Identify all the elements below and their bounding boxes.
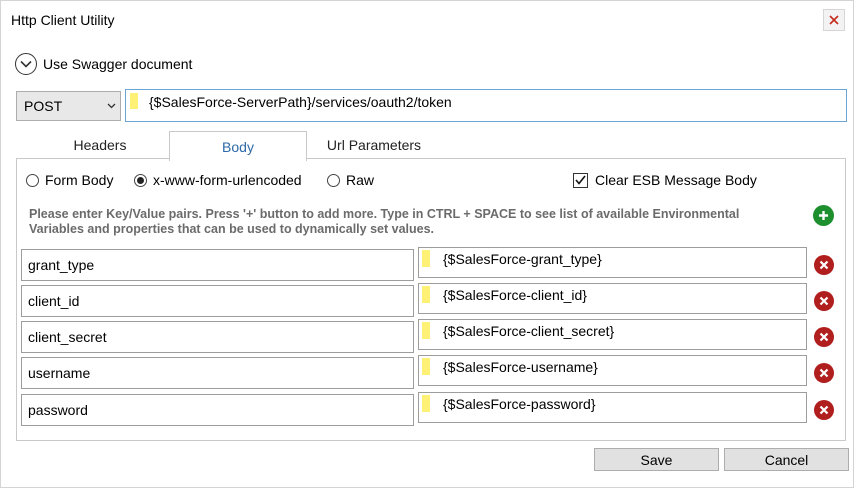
body-panel: Form Body x-www-form-urlencoded Raw Clea…: [16, 158, 846, 441]
variable-marker: [422, 322, 430, 339]
key-value-row: password {$SalesForce-password}: [21, 392, 841, 426]
tab-headers[interactable]: Headers: [30, 131, 170, 159]
dropdown-arrow-icon: [102, 103, 120, 109]
value-text: {$SalesForce-username}: [443, 359, 598, 375]
swagger-toggle[interactable]: Use Swagger document: [15, 53, 192, 75]
key-value-row: client_id {$SalesForce-client_id}: [21, 283, 841, 317]
tab-url-parameters[interactable]: Url Parameters: [308, 131, 440, 159]
chevron-down-icon: [15, 53, 37, 75]
value-input[interactable]: {$SalesForce-password}: [418, 392, 807, 423]
method-select[interactable]: POST: [16, 91, 121, 121]
x-icon: [819, 368, 829, 378]
radio-form-body[interactable]: Form Body: [26, 172, 113, 188]
tab-label: Headers: [73, 137, 127, 153]
key-input[interactable]: password: [21, 394, 414, 426]
delete-pair-button[interactable]: [814, 327, 834, 347]
add-pair-button[interactable]: [813, 205, 834, 226]
radio-label: Form Body: [45, 172, 114, 188]
close-icon: [829, 15, 839, 25]
close-button[interactable]: [823, 9, 845, 31]
radio-label: Raw: [346, 172, 375, 188]
variable-marker: [422, 250, 430, 267]
radio-label: x-www-form-urlencoded: [153, 172, 302, 188]
x-icon: [819, 405, 829, 415]
variable-marker: [422, 286, 430, 303]
value-text: {$SalesForce-client_id}: [443, 287, 587, 303]
dialog-window: Http Client Utility Use Swagger document…: [0, 0, 854, 488]
radio-circle: [26, 173, 39, 187]
key-value-row: client_secret {$SalesForce-client_secret…: [21, 319, 841, 353]
value-input[interactable]: {$SalesForce-client_id}: [418, 283, 807, 314]
key-value-row: username {$SalesForce-username}: [21, 355, 841, 389]
cancel-button[interactable]: Cancel: [724, 448, 849, 471]
clear-esb-checkbox[interactable]: Clear ESB Message Body: [573, 172, 757, 188]
checkmark-icon: [573, 172, 588, 188]
value-input[interactable]: {$SalesForce-client_secret}: [418, 319, 807, 350]
delete-pair-button[interactable]: [814, 255, 834, 275]
tab-label: Url Parameters: [326, 137, 422, 153]
delete-pair-button[interactable]: [814, 291, 834, 311]
swagger-label: Use Swagger document: [43, 56, 193, 72]
url-input[interactable]: {$SalesForce-ServerPath}/services/oauth2…: [125, 89, 847, 122]
checkbox-label: Clear ESB Message Body: [595, 172, 757, 188]
key-value-row: grant_type {$SalesForce-grant_type}: [21, 247, 841, 281]
key-input[interactable]: grant_type: [21, 249, 414, 281]
key-input[interactable]: username: [21, 357, 414, 389]
radio-raw[interactable]: Raw: [327, 172, 374, 188]
value-text: {$SalesForce-password}: [443, 396, 596, 412]
x-icon: [819, 296, 829, 306]
value-text: {$SalesForce-client_secret}: [443, 323, 615, 339]
tab-label: Body: [222, 138, 254, 155]
key-input[interactable]: client_secret: [21, 321, 414, 353]
value-input[interactable]: {$SalesForce-username}: [418, 355, 807, 386]
x-icon: [819, 260, 829, 270]
tab-body[interactable]: Body: [169, 131, 307, 161]
plus-icon: [819, 211, 828, 220]
variable-marker: [422, 395, 430, 412]
variable-marker: [130, 93, 138, 109]
radio-circle: [134, 173, 147, 187]
instruction-text: Please enter Key/Value pairs. Press '+' …: [29, 207, 740, 236]
radio-circle: [327, 173, 340, 187]
x-icon: [819, 332, 829, 342]
value-text: {$SalesForce-grant_type}: [443, 251, 602, 267]
window-title: Http Client Utility: [11, 12, 115, 28]
delete-pair-button[interactable]: [814, 400, 834, 420]
radio-x-www-form-urlencoded[interactable]: x-www-form-urlencoded: [134, 172, 302, 188]
save-button[interactable]: Save: [594, 448, 719, 471]
value-input[interactable]: {$SalesForce-grant_type}: [418, 247, 807, 278]
delete-pair-button[interactable]: [814, 363, 834, 383]
method-value: POST: [24, 98, 63, 114]
key-input[interactable]: client_id: [21, 285, 414, 317]
variable-marker: [422, 358, 430, 375]
tab-bar: Headers Body Url Parameters: [16, 131, 846, 161]
url-text: {$SalesForce-ServerPath}/services/oauth2…: [149, 94, 452, 110]
